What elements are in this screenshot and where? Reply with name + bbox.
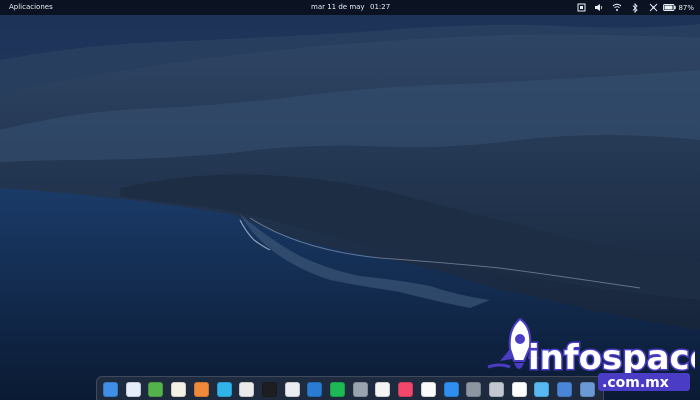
system-settings-app-icon[interactable] [466, 382, 482, 397]
spotify-app-icon[interactable] [330, 382, 345, 397]
vscode-app-icon[interactable] [307, 382, 323, 397]
square-tray-icon[interactable] [572, 2, 590, 13]
document-app-icon[interactable] [125, 382, 141, 397]
top-panel: Aplicaciones mar 11 de may 01:27 87% [0, 0, 700, 15]
system-tray: 87% [572, 2, 694, 13]
brand-text: infospace [528, 338, 695, 378]
photos-app-icon[interactable] [420, 382, 436, 397]
battery-percent: 87% [678, 3, 694, 12]
bluetooth-icon[interactable] [626, 2, 644, 13]
files-app-icon[interactable] [103, 382, 118, 397]
wifi-icon[interactable] [608, 2, 626, 13]
speaker-icon[interactable] [590, 2, 608, 13]
calendar-app-icon[interactable] [375, 382, 391, 397]
date-label[interactable]: mar 11 de may [311, 3, 365, 11]
infospace-watermark: infospace .com.mx [487, 317, 695, 391]
pen-app-icon[interactable] [284, 382, 300, 397]
app-store-app-icon[interactable] [443, 382, 459, 397]
presentation-app-icon[interactable] [193, 382, 209, 397]
video-app-icon[interactable] [216, 382, 232, 397]
text-editor-app-icon[interactable] [171, 382, 187, 397]
spreadsheet-app-icon[interactable] [148, 382, 164, 397]
music-app-icon[interactable] [398, 382, 414, 397]
disk-app-icon[interactable] [352, 382, 368, 397]
network-icon[interactable] [644, 2, 662, 13]
applications-menu[interactable]: Aplicaciones [9, 3, 53, 11]
chrome-app-icon[interactable] [239, 382, 255, 397]
terminal-app-icon[interactable] [261, 382, 277, 397]
clock[interactable]: 01:27 [370, 3, 390, 11]
domain-text: .com.mx [602, 375, 669, 391]
battery-icon[interactable] [662, 2, 676, 13]
